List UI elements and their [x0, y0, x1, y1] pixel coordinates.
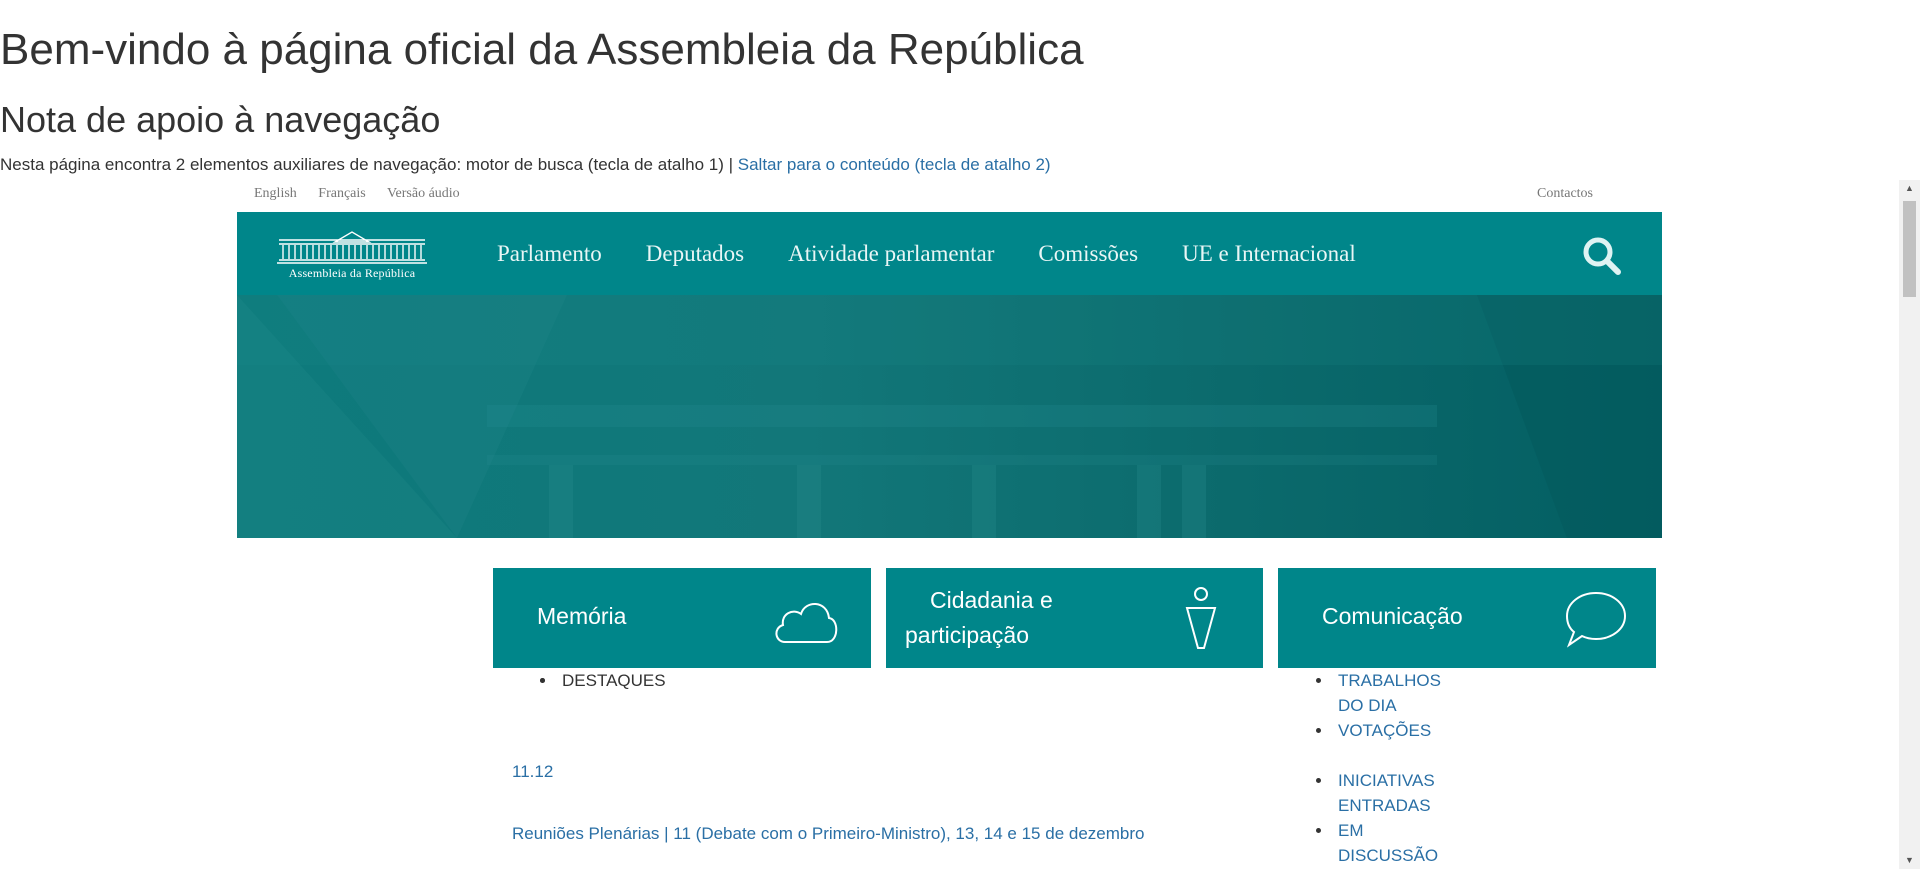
navigation-note: Nesta página encontra 2 elementos auxili…: [0, 154, 1051, 176]
language-french-link[interactable]: Français: [318, 186, 365, 201]
list-item-trabalhos-do-dia[interactable]: TRABALHOS DO DIA: [1311, 668, 1461, 718]
list-item: DESTAQUES: [535, 668, 835, 693]
menu-item-comissoes[interactable]: Comissões: [1038, 241, 1138, 267]
language-links: English Français Versão áudio: [254, 186, 478, 202]
contacts-link[interactable]: Contactos: [1537, 186, 1593, 202]
tile-cidadania-label-line2: participação: [905, 622, 1030, 648]
navigation-note-text: Nesta página encontra 2 elementos auxili…: [0, 155, 738, 174]
news-date-link[interactable]: 11.12: [512, 761, 553, 783]
scrollbar-thumb[interactable]: [1903, 201, 1916, 297]
assembleia-logo[interactable]: Assembleia da República: [275, 228, 429, 282]
list-item-votacoes[interactable]: VOTAÇÕES: [1311, 718, 1461, 743]
audio-version-link[interactable]: Versão áudio: [387, 186, 460, 201]
comunicacao-list-2: INICIATIVAS ENTRADAS EM DISCUSSÃO: [1311, 768, 1461, 868]
menu-item-deputados[interactable]: Deputados: [646, 241, 744, 267]
main-header: Assembleia da República Parlamento Deput…: [237, 212, 1662, 295]
speech-bubble-icon: [1565, 591, 1627, 648]
tile-cidadania[interactable]: Cidadania e participação: [886, 568, 1263, 668]
list-item-em-discussao[interactable]: EM DISCUSSÃO: [1311, 818, 1461, 868]
menu-item-ue-internacional[interactable]: UE e Internacional: [1182, 241, 1356, 267]
page-title: Bem-vindo à página oficial da Assembleia…: [0, 25, 1084, 74]
tile-cidadania-label-line1: Cidadania e: [930, 587, 1053, 613]
tile-comunicacao-label: Comunicação: [1322, 603, 1463, 629]
parliament-building-icon: [277, 231, 427, 264]
hero-banner: [237, 295, 1662, 538]
vertical-scrollbar[interactable]: ▲ ▼: [1899, 180, 1920, 869]
logo-text: Assembleia da República: [288, 266, 416, 280]
menu-item-parlamento[interactable]: Parlamento: [497, 241, 602, 267]
news-title-link[interactable]: Reuniões Plenárias | 11 (Debate com o Pr…: [512, 823, 1144, 845]
search-icon: [1583, 237, 1621, 275]
list-item-iniciativas-entradas[interactable]: INICIATIVAS ENTRADAS: [1311, 768, 1461, 818]
scroll-down-icon[interactable]: ▼: [1899, 852, 1920, 869]
skip-to-content-link[interactable]: Saltar para o conteúdo (tecla de atalho …: [738, 155, 1051, 174]
scroll-up-icon[interactable]: ▲: [1899, 180, 1920, 197]
tile-memoria-label: Memória: [537, 603, 627, 629]
cloud-icon: [775, 603, 838, 643]
comunicacao-list-1: TRABALHOS DO DIA VOTAÇÕES: [1311, 668, 1461, 743]
destaques-label: DESTAQUES: [562, 671, 666, 690]
person-icon: [1185, 587, 1217, 649]
banner-image: [237, 295, 1662, 538]
navigation-note-heading: Nota de apoio à navegação: [0, 99, 441, 140]
tile-comunicacao[interactable]: Comunicação: [1278, 568, 1656, 668]
tile-memoria[interactable]: Memória: [493, 568, 871, 668]
language-english-link[interactable]: English: [254, 186, 297, 201]
search-button[interactable]: [1582, 236, 1622, 276]
menu-item-atividade-parlamentar[interactable]: Atividade parlamentar: [788, 241, 994, 267]
main-menu: Parlamento Deputados Atividade parlament…: [497, 212, 1400, 295]
utility-bar: English Français Versão áudio Contactos: [237, 186, 1662, 210]
memoria-list: DESTAQUES: [535, 668, 835, 693]
